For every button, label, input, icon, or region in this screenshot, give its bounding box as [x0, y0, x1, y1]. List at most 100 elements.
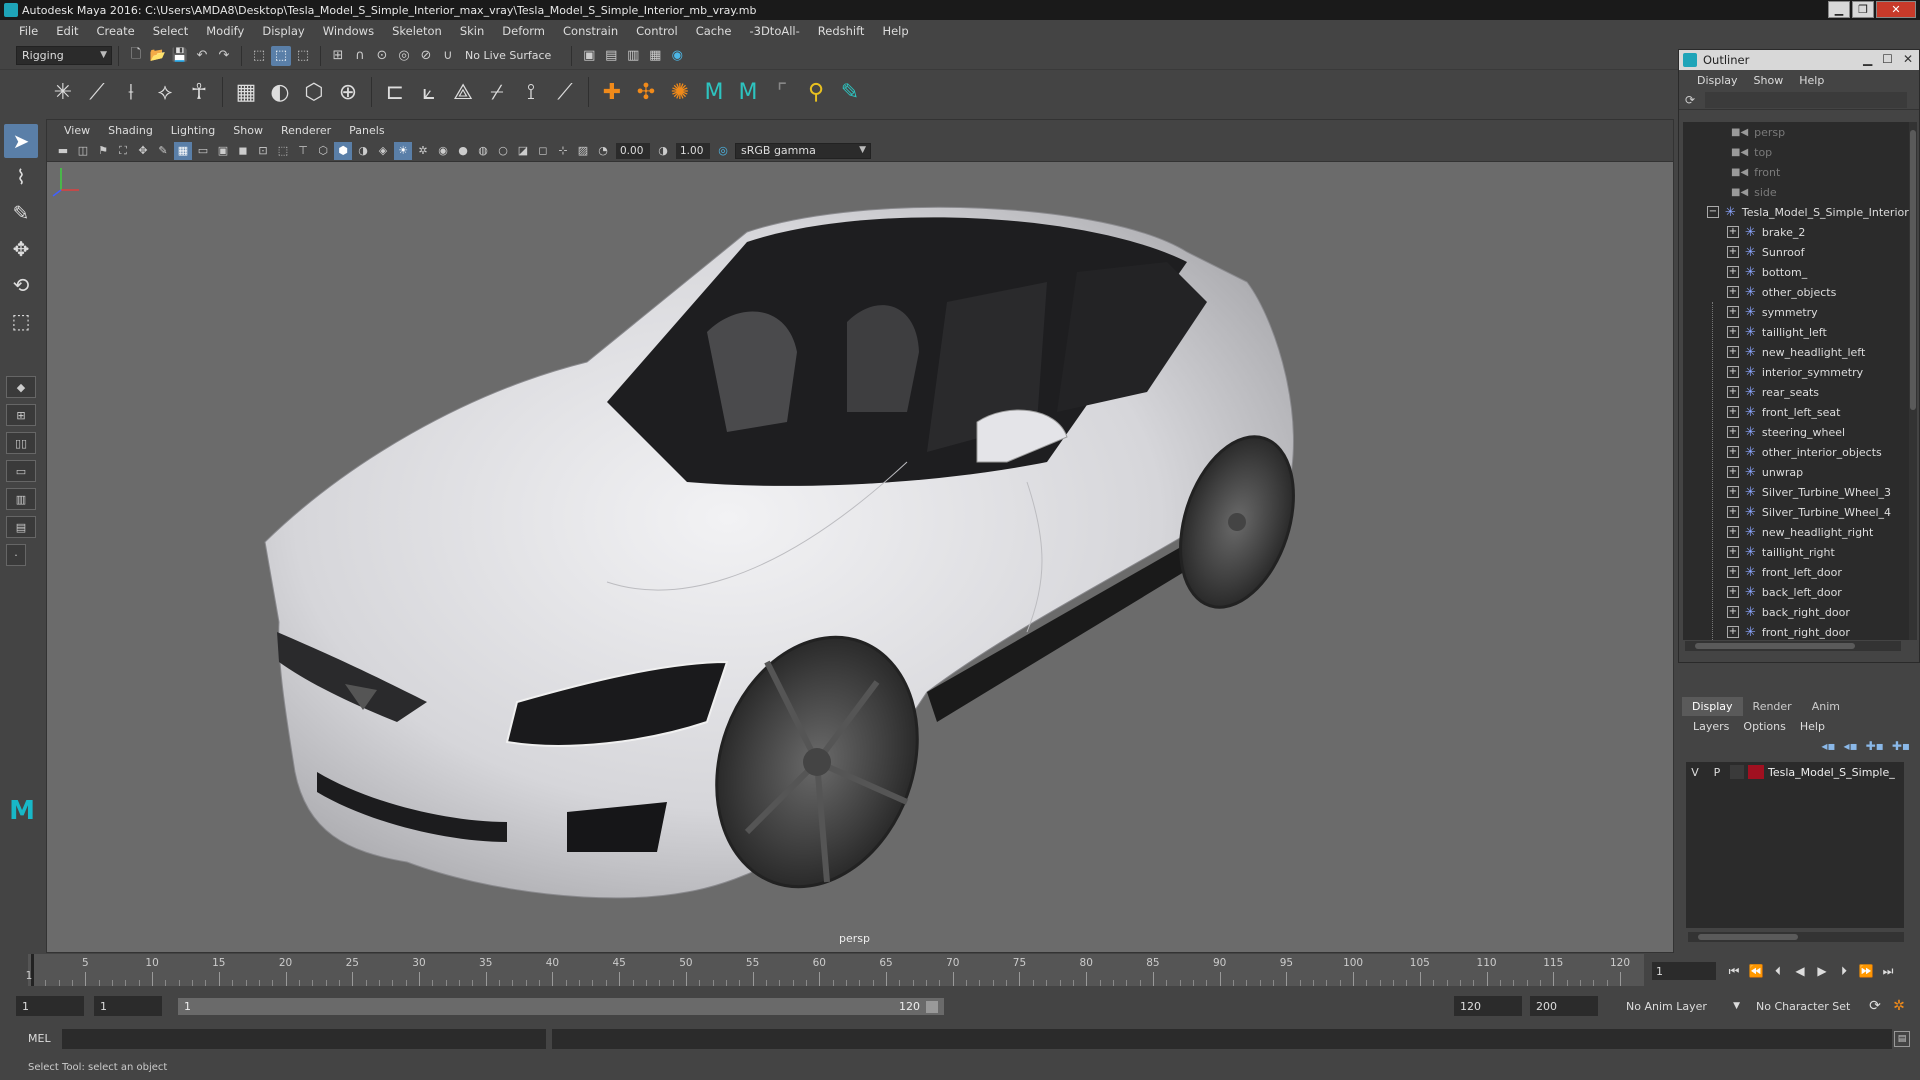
- minimize-button[interactable]: ▁: [1828, 1, 1850, 18]
- outliner-item[interactable]: + ✳ taillight_left: [1683, 322, 1909, 342]
- outliner-item[interactable]: + ✳ bottom_: [1683, 262, 1909, 282]
- menu-select[interactable]: Select: [144, 24, 197, 38]
- command-input[interactable]: [62, 1029, 546, 1049]
- gamma-field[interactable]: 1.00: [676, 142, 710, 159]
- play-backwards-icon[interactable]: ◀: [1792, 962, 1808, 980]
- play-forwards-icon[interactable]: ▶: [1814, 962, 1830, 980]
- move-tool-icon[interactable]: ✥: [4, 232, 38, 266]
- expand-icon[interactable]: +: [1727, 286, 1739, 298]
- grease-pencil-icon[interactable]: ✎: [154, 142, 172, 160]
- xray-components-icon[interactable]: ▨: [574, 142, 592, 160]
- smooth-bind-icon[interactable]: ⟀: [412, 75, 446, 109]
- current-frame-field[interactable]: 1: [1652, 962, 1716, 980]
- menu-redshift[interactable]: Redshift: [809, 24, 874, 38]
- expand-icon[interactable]: +: [1727, 426, 1739, 438]
- outliner-menu-display[interactable]: Display: [1689, 74, 1746, 87]
- outliner-item[interactable]: + ✳ new_headlight_left: [1683, 342, 1909, 362]
- wireframe-on-shaded-icon[interactable]: ◑: [354, 142, 372, 160]
- layer-display-type[interactable]: [1730, 765, 1744, 779]
- layer-horizontal-scrollbar[interactable]: [1688, 932, 1904, 942]
- animation-start-field[interactable]: 1: [16, 996, 84, 1016]
- new-layer-selected-icon[interactable]: ✚▪: [1892, 739, 1910, 753]
- menu-edit[interactable]: Edit: [47, 24, 87, 38]
- panel-menu-shading[interactable]: Shading: [99, 124, 162, 137]
- range-slider-track[interactable]: 1 120: [178, 998, 944, 1015]
- expand-icon[interactable]: +: [1727, 586, 1739, 598]
- wire-icon[interactable]: ⊕: [331, 75, 365, 109]
- step-forward-frame-icon[interactable]: ⏵: [1836, 962, 1852, 980]
- snap-point-icon[interactable]: ⊙: [372, 46, 392, 66]
- rotate-tool-icon[interactable]: ⟲: [4, 268, 38, 302]
- new-layer-icon[interactable]: ✚▪: [1866, 739, 1884, 753]
- color-management-icon[interactable]: ◎: [714, 142, 732, 160]
- outliner-item[interactable]: + ✳ brake_2: [1683, 222, 1909, 242]
- menu-3dtoall[interactable]: -3DtoAll-: [740, 24, 808, 38]
- script-editor-icon[interactable]: ▤: [1894, 1031, 1910, 1047]
- layer-color-swatch[interactable]: [1748, 765, 1764, 779]
- maya-script-2-icon[interactable]: M: [731, 75, 765, 109]
- outliner-menu-show[interactable]: Show: [1746, 74, 1792, 87]
- menu-create[interactable]: Create: [88, 24, 144, 38]
- layer-menu-help[interactable]: Help: [1793, 720, 1832, 733]
- expand-icon[interactable]: +: [1727, 366, 1739, 378]
- panel-menu-view[interactable]: View: [55, 124, 99, 137]
- outliner-item-root[interactable]: − ✳ Tesla_Model_S_Simple_Interior: [1683, 202, 1909, 222]
- lasso-tool-icon[interactable]: ⌇: [4, 160, 38, 194]
- expand-icon[interactable]: +: [1727, 346, 1739, 358]
- lattice-icon[interactable]: ▦: [229, 75, 263, 109]
- go-to-end-icon[interactable]: ⏭: [1880, 962, 1896, 980]
- outliner-persp-layout-icon[interactable]: ▭: [6, 460, 36, 482]
- expand-icon[interactable]: +: [1727, 526, 1739, 538]
- resolution-gate-icon[interactable]: ▣: [214, 142, 232, 160]
- tab-anim[interactable]: Anim: [1802, 697, 1850, 716]
- outliner-item[interactable]: + ✳ Silver_Turbine_Wheel_4: [1683, 502, 1909, 522]
- outliner-item[interactable]: + ✳ front_right_door: [1683, 622, 1909, 640]
- expand-icon[interactable]: +: [1727, 226, 1739, 238]
- outliner-item-top[interactable]: ■◀ top: [1683, 142, 1909, 162]
- outliner-item[interactable]: + ✳ back_right_door: [1683, 602, 1909, 622]
- panel-menu-show[interactable]: Show: [224, 124, 272, 137]
- outliner-item[interactable]: + ✳ new_headlight_right: [1683, 522, 1909, 542]
- bookmark-icon[interactable]: ⚑: [94, 142, 112, 160]
- open-scene-icon[interactable]: 📂: [148, 46, 168, 66]
- scrollbar-thumb[interactable]: [1910, 130, 1916, 410]
- 2d-pan-icon[interactable]: ✥: [134, 142, 152, 160]
- ik-handle-icon[interactable]: ⟊: [114, 75, 148, 109]
- expand-icon[interactable]: +: [1727, 546, 1739, 558]
- menu-skeleton[interactable]: Skeleton: [383, 24, 451, 38]
- expand-icon[interactable]: +: [1727, 246, 1739, 258]
- expand-icon[interactable]: +: [1727, 386, 1739, 398]
- outliner-item[interactable]: + ✳ symmetry: [1683, 302, 1909, 322]
- expand-icon[interactable]: +: [1727, 566, 1739, 578]
- gate-mask-icon[interactable]: ◼: [234, 142, 252, 160]
- outliner-item[interactable]: + ✳ rear_seats: [1683, 382, 1909, 402]
- range-slider-handle[interactable]: [926, 1000, 938, 1013]
- filter-icon[interactable]: ⟳: [1685, 93, 1699, 107]
- anim-layer-dropdown[interactable]: No Anim Layer ▼: [1622, 996, 1742, 1016]
- panel-menu-lighting[interactable]: Lighting: [162, 124, 224, 137]
- time-slider[interactable]: 5 10 15 20 25 30 35 40 45 50 55 60 65 70 75 80 85 90 95 100…: [0, 954, 1920, 988]
- expand-icon[interactable]: +: [1727, 506, 1739, 518]
- animation-end-field[interactable]: 200: [1530, 996, 1598, 1016]
- layer-row[interactable]: V P Tesla_Model_S_Simple_: [1686, 762, 1904, 782]
- step-back-frame-icon[interactable]: ⏴: [1770, 962, 1786, 980]
- snap-curve-icon[interactable]: ∩: [350, 46, 370, 66]
- menu-modify[interactable]: Modify: [197, 24, 253, 38]
- brush-icon[interactable]: ✎: [833, 75, 867, 109]
- safe-title-icon[interactable]: ⊤: [294, 142, 312, 160]
- menu-deform[interactable]: Deform: [493, 24, 554, 38]
- use-all-lights-icon[interactable]: ☀: [394, 141, 412, 160]
- panel-menu-panels[interactable]: Panels: [340, 124, 393, 137]
- maximize-icon[interactable]: ☐: [1882, 52, 1893, 66]
- close-button[interactable]: ✕: [1876, 1, 1916, 18]
- camera-select-icon[interactable]: ▬: [54, 142, 72, 160]
- scale-tool-icon[interactable]: ⬚: [4, 304, 38, 338]
- xray-icon[interactable]: ◻: [534, 142, 552, 160]
- live-surface-label[interactable]: No Live Surface: [465, 49, 551, 62]
- layer-playback-toggle[interactable]: P: [1708, 766, 1726, 779]
- more-layouts-icon[interactable]: ·: [6, 544, 26, 566]
- outliner-item[interactable]: + ✳ unwrap: [1683, 462, 1909, 482]
- rigid-bind-icon[interactable]: ⌿: [480, 75, 514, 109]
- expand-icon[interactable]: +: [1727, 626, 1739, 638]
- close-icon[interactable]: ✕: [1903, 52, 1913, 66]
